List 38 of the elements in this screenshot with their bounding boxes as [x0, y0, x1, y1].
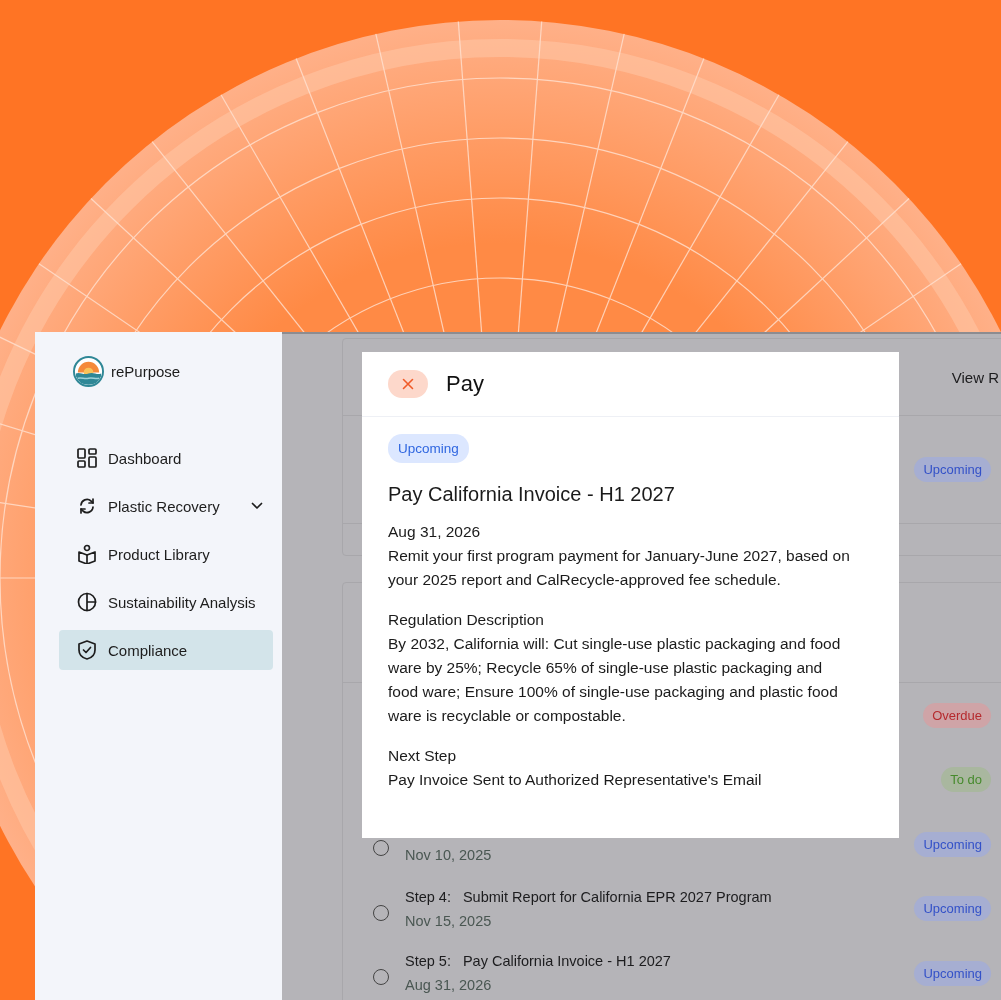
- section-label: Regulation Description: [388, 610, 545, 630]
- sidebar-item[interactable]: Sustainability Analysis: [59, 582, 273, 622]
- shield-check-icon: [77, 640, 97, 660]
- book-person-icon: [77, 544, 97, 564]
- pie-chart-icon: [77, 592, 97, 612]
- task-date: Nov 15, 2025: [405, 912, 493, 929]
- task-title: Pay California Invoice - H1 2027: [462, 953, 671, 970]
- step-number: Step 5:: [405, 953, 451, 970]
- task-description: Remit your first program payment for January-June 2027, based on your 2025 report and CalRecycle-approved fee schedule.: [388, 546, 850, 590]
- sidebar-item[interactable]: Product Library: [59, 534, 273, 574]
- task-heading: Pay California Invoice - H1 2027: [388, 483, 676, 506]
- dashboard-icon: [77, 448, 97, 468]
- sidebar-item[interactable]: Plastic Recovery: [59, 486, 273, 526]
- task-date: Nov 10, 2025: [405, 847, 492, 864]
- section-text: Pay Invoice Sent to Authorized Representative's Email: [388, 770, 763, 790]
- section-text: By 2032, California will: Cut single-use plastic packaging and food ware by 25%; Recycle 65% of single-use plastic packaging and food ware; Ensure 100% of single-use packaging and plastic food ware is recyclable or compostable.: [388, 634, 842, 726]
- step-number: Step 4:: [405, 888, 451, 905]
- sidebar-item[interactable]: Compliance: [59, 630, 273, 670]
- due-date: Aug 31, 2026: [388, 522, 482, 542]
- modal-title: Pay: [446, 371, 484, 397]
- logo-icon: [73, 355, 104, 387]
- status-badge: To do: [941, 767, 991, 793]
- status-badge: Overdue: [923, 702, 991, 728]
- section-label: Next Step: [388, 746, 458, 766]
- status-badge: Upcoming: [914, 457, 991, 482]
- task-title: Submit Report for California EPR 2027 Program: [462, 888, 772, 905]
- status-badge: Upcoming: [914, 896, 991, 922]
- sidebar-item[interactable]: Dashboard: [59, 438, 273, 478]
- circular-arrows-icon: [77, 496, 97, 516]
- status-badge: Upcoming: [914, 831, 991, 857]
- close-button[interactable]: [388, 370, 428, 398]
- status-badge: Upcoming: [388, 434, 469, 463]
- chevron-down-icon[interactable]: [251, 502, 263, 510]
- brand-name: rePurpose: [111, 362, 181, 380]
- view-link[interactable]: View R: [951, 368, 999, 386]
- status-badge: Upcoming: [914, 960, 991, 986]
- task-date: Aug 31, 2026: [405, 977, 493, 994]
- close-icon: [402, 378, 414, 390]
